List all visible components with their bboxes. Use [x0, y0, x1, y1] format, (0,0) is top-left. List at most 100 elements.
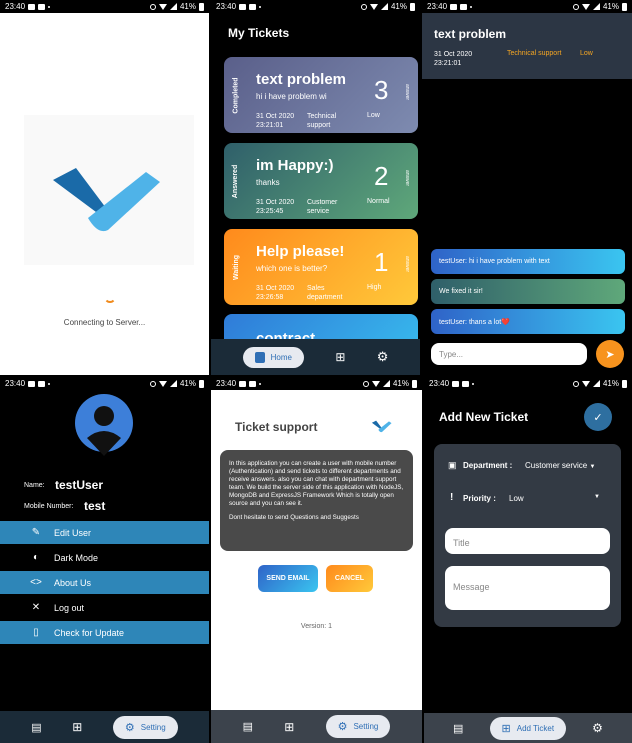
gear-icon[interactable]: ⚙: [592, 721, 603, 735]
add-chat-icon[interactable]: ⊞: [335, 350, 345, 364]
sync-icon: [362, 380, 369, 387]
splash-screen: 23:40 41% Connecting to Server...: [0, 0, 209, 375]
photo-icon: [460, 3, 468, 10]
ticket-date: 31 Oct 2020: [256, 285, 295, 292]
ticket-department: Customer service: [307, 199, 338, 215]
priority-label: Priority :: [463, 494, 496, 503]
chat-time: 23:21:01: [434, 60, 462, 67]
nav-add-ticket-button[interactable]: ⊞ Add Ticket: [489, 716, 567, 740]
tickets-list-icon[interactable]: ▤: [243, 720, 253, 733]
code-icon: <>: [30, 577, 42, 588]
nav-home-label: Home: [270, 352, 292, 362]
contrast-icon: ◐: [32, 552, 40, 563]
bottom-nav: Home ⊞ ⚙: [211, 339, 420, 375]
notification-dot-icon: [48, 382, 51, 385]
wifi-icon: [158, 380, 167, 387]
ticket-time: 23:26:58: [256, 294, 284, 301]
ticket-card[interactable]: Answered im Happy:) thanks 2 answer 31 O…: [224, 143, 418, 219]
settings-screen: 23:40 41% Name: testUser Mobile Number: …: [0, 377, 209, 743]
mobile-label: Mobile Number:: [24, 503, 74, 510]
wifi-icon: [581, 3, 590, 10]
send-icon: ➤: [605, 348, 615, 361]
notification-dot-icon: [470, 5, 473, 8]
sync-icon: [572, 380, 579, 387]
chat-message: testUser: thans a lot❤️: [431, 309, 625, 334]
ticket-title: Help please!: [256, 243, 345, 260]
status-bar: 23:40 41%: [424, 377, 632, 390]
battery-icon: [622, 379, 627, 388]
tickets-list-icon[interactable]: ▤: [453, 722, 463, 735]
ticket-status: Answered: [232, 164, 240, 198]
battery-level: 41%: [392, 379, 409, 388]
add-chat-icon[interactable]: ⊞: [72, 720, 82, 734]
add-ticket-screen: 23:40 41% Add New Ticket ✓ ▣ Department …: [424, 377, 632, 743]
signal-icon: [382, 380, 390, 387]
title-input[interactable]: Title: [445, 528, 610, 554]
ticket-department: Sales department: [307, 285, 343, 301]
answer-count: 2: [374, 161, 389, 191]
send-button[interactable]: ➤: [596, 340, 624, 368]
pencil-icon: ✎: [31, 527, 41, 538]
battery-level: 41%: [179, 379, 196, 388]
chevron-down-icon[interactable]: ▼: [594, 494, 600, 500]
battery-level: 41%: [390, 2, 407, 11]
ticket-subtitle: which one is better?: [256, 264, 328, 273]
about-body: In this application you can create a use…: [229, 460, 404, 507]
menu-label: Dark Mode: [54, 552, 99, 563]
cancel-button[interactable]: CANCEL: [326, 565, 373, 592]
loading-spinner: [104, 291, 116, 303]
submit-button[interactable]: ✓: [584, 403, 612, 431]
menu-label: Log out: [54, 602, 85, 613]
name-label: Name:: [24, 482, 45, 489]
nav-setting-button[interactable]: ⚙ Setting: [112, 715, 178, 739]
photo-icon: [452, 380, 460, 387]
bottom-nav: ▤ ⊞ ⚙ Setting: [0, 711, 209, 743]
tickets-list-icon[interactable]: ▤: [31, 721, 41, 734]
status-time: 23:40: [216, 2, 237, 11]
menu-check-update[interactable]: ▯ Check for Update: [0, 621, 209, 644]
gear-icon[interactable]: ⚙: [377, 349, 389, 365]
answer-count: 3: [374, 75, 389, 105]
ticket-time: 23:25:45: [256, 208, 284, 215]
photo-icon: [249, 3, 257, 10]
nav-home-button[interactable]: Home: [242, 346, 304, 368]
photo-icon: [38, 3, 46, 10]
menu-about-us[interactable]: <> About Us: [0, 571, 209, 594]
status-bar: 23:40 41%: [211, 0, 420, 13]
photo-icon: [28, 3, 36, 10]
menu-label: Edit User: [54, 527, 92, 538]
nav-setting-label: Setting: [140, 722, 166, 732]
send-email-button[interactable]: SEND EMAIL: [258, 565, 318, 592]
notification-dot-icon: [48, 5, 51, 8]
ticket-date: 31 Oct 2020: [256, 199, 295, 206]
bottom-nav: ▤ ⊞ ⚙ Setting: [211, 710, 422, 743]
answer-label: answer: [404, 255, 410, 273]
department-value: Customer service: [525, 461, 588, 470]
user-name: testUser: [55, 478, 104, 492]
close-icon: ✕: [31, 602, 41, 613]
about-screen: 23:40 41% Ticket support In this applica…: [211, 377, 422, 743]
chat-message: testUser: hi i have problem with text: [431, 249, 625, 274]
bottom-nav: ▤ ⊞ Add Ticket ⚙: [424, 713, 632, 743]
ticket-card[interactable]: Waiting Help please! which one is better…: [224, 229, 418, 305]
message-input[interactable]: Message: [445, 566, 610, 610]
battery-icon: [412, 379, 417, 388]
gear-icon: ⚙: [124, 721, 135, 734]
wifi-icon: [581, 380, 590, 387]
add-chat-icon: ⊞: [501, 722, 511, 735]
priority-select[interactable]: Low: [509, 494, 524, 503]
message-input[interactable]: Type...: [431, 343, 587, 365]
ticket-card[interactable]: Completed text problem hi i have problem…: [224, 57, 418, 133]
menu-edit-user[interactable]: ✎ Edit User: [0, 521, 209, 544]
add-chat-icon[interactable]: ⊞: [284, 720, 294, 734]
priority-icon: !: [450, 492, 454, 503]
nav-setting-button[interactable]: ⚙ Setting: [325, 715, 391, 738]
menu-log-out[interactable]: ✕ Log out: [0, 596, 209, 619]
check-icon: ✓: [593, 411, 603, 424]
menu-dark-mode[interactable]: ◐ Dark Mode: [0, 546, 209, 569]
department-select[interactable]: Customer service ▼: [525, 461, 595, 470]
chat-title: text problem: [434, 27, 507, 41]
signal-icon: [380, 3, 388, 10]
gear-icon: ⚙: [337, 721, 348, 733]
status-bar: 23:40 41%: [211, 377, 422, 390]
